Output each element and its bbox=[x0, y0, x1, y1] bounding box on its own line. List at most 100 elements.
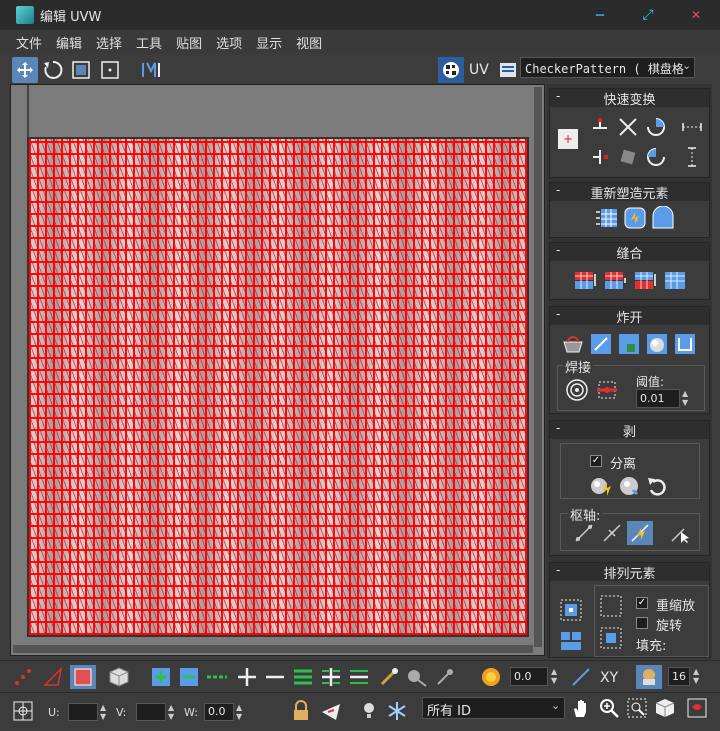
conform-button[interactable] bbox=[650, 205, 676, 231]
rotate-plus-90-button[interactable] bbox=[644, 115, 668, 139]
stitch-header[interactable]: - 缝合 bbox=[550, 243, 709, 262]
spinner-arrows-icon[interactable]: ▲ ▼ bbox=[682, 389, 688, 407]
soft-selection-button[interactable] bbox=[478, 665, 504, 689]
pan-button[interactable] bbox=[568, 696, 594, 720]
rescale-checkbox[interactable]: ✓ bbox=[636, 597, 648, 609]
menu-display[interactable]: 显示 bbox=[249, 33, 289, 52]
weld-target-button[interactable] bbox=[564, 377, 590, 403]
peel-mode-button[interactable] bbox=[616, 473, 642, 499]
straighten-selection-button[interactable] bbox=[594, 205, 620, 231]
pin-selected-button[interactable] bbox=[572, 521, 596, 545]
menu-mapping[interactable]: 贴图 bbox=[169, 33, 209, 52]
weld-selected-button[interactable] bbox=[594, 377, 620, 403]
pack-custom-button[interactable] bbox=[558, 629, 584, 653]
reset-peel-button[interactable] bbox=[644, 473, 670, 499]
ring-shrink-button[interactable] bbox=[262, 665, 288, 689]
zoom-region-button[interactable] bbox=[624, 696, 650, 720]
freeform-tool-button[interactable] bbox=[97, 57, 123, 83]
u-coordinate-input[interactable] bbox=[68, 703, 98, 721]
move-tool-button[interactable] bbox=[12, 57, 38, 83]
reshape-header[interactable]: - 重新塑造元素 bbox=[550, 183, 709, 202]
shrink-selection-button[interactable] bbox=[176, 665, 202, 689]
menu-options[interactable]: 选项 bbox=[209, 33, 249, 52]
rotate-checkbox[interactable] bbox=[636, 617, 648, 629]
unpin-selected-button[interactable] bbox=[600, 521, 624, 545]
relax-button[interactable] bbox=[622, 205, 648, 231]
material-id-select[interactable]: 所有 ID bbox=[422, 697, 565, 719]
spinner-arrows-icon[interactable]: ▲ ▼ bbox=[693, 667, 699, 685]
menu-tools[interactable]: 工具 bbox=[129, 33, 169, 52]
detach-checkbox[interactable]: ✓ bbox=[590, 455, 602, 467]
zoom-selected-button[interactable] bbox=[684, 696, 710, 720]
paint-shrink-button[interactable] bbox=[432, 665, 458, 689]
align-vertical-button[interactable] bbox=[588, 145, 612, 169]
paint-grow-button[interactable] bbox=[404, 665, 430, 689]
xy-axis-label[interactable]: XY bbox=[600, 670, 618, 686]
v-coordinate-input[interactable] bbox=[136, 703, 166, 721]
stitch-custom-button[interactable] bbox=[662, 267, 688, 293]
rotate-tool-button[interactable] bbox=[40, 57, 66, 83]
uv-mesh-area[interactable] bbox=[27, 137, 529, 637]
viewport-scrollbar-vertical[interactable] bbox=[534, 87, 542, 647]
loop-shrink-button[interactable] bbox=[346, 665, 372, 689]
auto-pin-button[interactable] bbox=[627, 521, 653, 545]
spinner-arrows-icon[interactable]: ▲ ▼ bbox=[168, 703, 174, 721]
hide-unselected-button[interactable] bbox=[356, 699, 382, 723]
show-map-button[interactable] bbox=[438, 57, 464, 83]
uv-channel-label[interactable]: UV bbox=[469, 62, 489, 78]
rescale-elements-button[interactable] bbox=[598, 625, 624, 651]
rotate-minus-90-button[interactable] bbox=[644, 145, 668, 169]
space-horizontal-button[interactable] bbox=[680, 115, 704, 139]
paint-select-button[interactable] bbox=[376, 665, 402, 689]
space-vertical-button[interactable] bbox=[680, 145, 704, 169]
align-horizontal-button[interactable] bbox=[588, 115, 612, 139]
mirror-tool-button[interactable] bbox=[138, 57, 164, 83]
threshold-input[interactable]: 0.01 bbox=[636, 389, 680, 408]
freeze-selected-button[interactable] bbox=[384, 699, 410, 723]
snap-grid-button[interactable] bbox=[636, 665, 662, 689]
pack-together-button[interactable] bbox=[598, 593, 624, 619]
align-center-button[interactable]: + bbox=[558, 129, 578, 149]
stitch-to-source-button[interactable] bbox=[632, 267, 658, 293]
ring-select-button[interactable] bbox=[204, 665, 230, 689]
scale-tool-button[interactable] bbox=[68, 57, 94, 83]
pack-normalize-button[interactable] bbox=[558, 597, 584, 623]
explode-flatten-button[interactable] bbox=[672, 331, 698, 357]
spinner-arrows-icon[interactable]: ▲ ▼ bbox=[551, 667, 557, 685]
explode-header[interactable]: - 炸开 bbox=[550, 307, 709, 326]
ring-grow-button[interactable] bbox=[234, 665, 260, 689]
filter-selected-faces-button[interactable] bbox=[318, 699, 344, 723]
peel-header[interactable]: -剥 bbox=[550, 421, 709, 440]
absolute-offset-button[interactable] bbox=[10, 699, 36, 723]
break-button[interactable] bbox=[560, 331, 586, 357]
straighten-button[interactable] bbox=[616, 145, 640, 169]
explode-to-elements-button[interactable] bbox=[644, 331, 670, 357]
uv-viewport[interactable] bbox=[10, 84, 545, 656]
arrange-header[interactable]: - 排列元素 bbox=[550, 563, 709, 582]
menu-view[interactable]: 视图 bbox=[289, 33, 329, 52]
stitch-to-target-button[interactable] bbox=[572, 267, 598, 293]
select-pins-button[interactable] bbox=[668, 521, 692, 545]
zoom-button[interactable] bbox=[596, 696, 622, 720]
w-coordinate-input[interactable]: 0.0 bbox=[204, 703, 234, 721]
zoom-extents-button[interactable] bbox=[652, 696, 678, 720]
lock-selection-button[interactable] bbox=[288, 699, 314, 723]
explode-by-material-button[interactable] bbox=[616, 331, 642, 357]
viewport-scrollbar-horizontal[interactable] bbox=[13, 645, 533, 653]
align-diagonal-button[interactable] bbox=[616, 115, 640, 139]
element-mode-button[interactable] bbox=[106, 665, 132, 689]
loop-grow-button[interactable] bbox=[318, 665, 344, 689]
soft-selection-falloff-input[interactable]: 0.0 bbox=[510, 667, 548, 686]
edge-mode-button[interactable] bbox=[40, 665, 66, 689]
loop-select-button[interactable] bbox=[290, 665, 316, 689]
vertex-mode-button[interactable] bbox=[10, 665, 36, 689]
map-list-button[interactable] bbox=[495, 57, 521, 83]
grow-selection-button[interactable] bbox=[148, 665, 174, 689]
minimize-button[interactable]: ‒ bbox=[576, 0, 624, 30]
menu-edit[interactable]: 编辑 bbox=[49, 33, 89, 52]
quick-transform-header[interactable]: - 快速变换 bbox=[550, 89, 709, 108]
restore-button[interactable]: ⤢ bbox=[624, 0, 672, 30]
grid-size-input[interactable]: 16 bbox=[668, 667, 690, 686]
menu-select[interactable]: 选择 bbox=[89, 33, 129, 52]
close-button[interactable]: ✕ bbox=[672, 0, 720, 30]
